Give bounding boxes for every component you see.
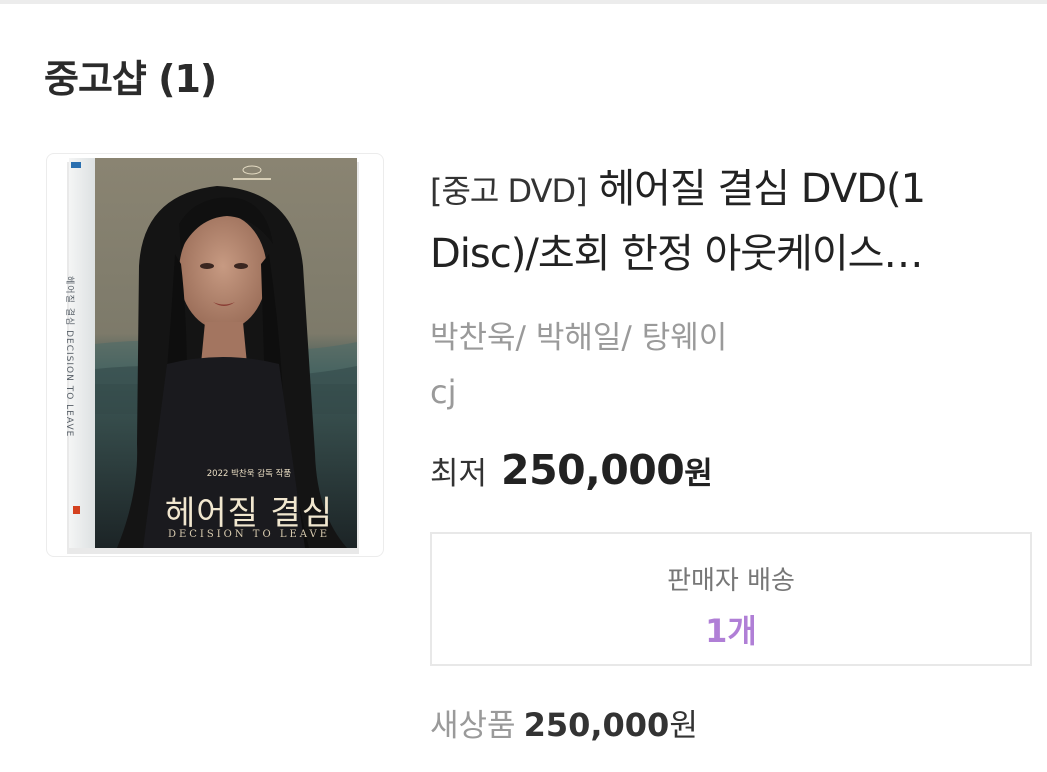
product-title-part-1: 헤어질 결심 DVD(1 bbox=[586, 166, 926, 212]
cover-title-korean: 헤어질 결심 bbox=[164, 493, 334, 532]
new-item-label: 새상품 bbox=[430, 708, 516, 744]
seller-delivery-count: 1개 bbox=[705, 612, 757, 650]
condition-tag: [중고 DVD] bbox=[430, 172, 588, 210]
section-title: 중고샵 (1) bbox=[44, 57, 217, 101]
seller-delivery-button[interactable]: 판매자 배송 1개 bbox=[430, 532, 1032, 666]
product-title-line-1: [중고 DVD] 헤어질 결심 DVD(1 bbox=[430, 158, 1030, 223]
product-authors: 박찬욱/ 박해일/ 탕웨이 bbox=[430, 320, 728, 356]
product-title-link[interactable]: [중고 DVD] 헤어질 결심 DVD(1 Disc)/초회 한정 아웃케이스… bbox=[430, 158, 1030, 286]
new-item-price-row[interactable]: 새상품 250,000원 bbox=[430, 700, 698, 745]
new-item-unit: 원 bbox=[669, 708, 698, 744]
lowest-price-row: 최저 250,000원 bbox=[430, 446, 713, 494]
product-cover-image[interactable]: 헤어질 결심 DECISION TO LEAVE 2022 박찬욱 감독 작품 … bbox=[46, 153, 384, 557]
used-shop-page: 중고샵 (1) 헤어질 결심 DECISION TO LEAVE 2022 박찬… bbox=[0, 0, 1047, 772]
lowest-price-label: 최저 bbox=[430, 456, 488, 492]
seller-delivery-label: 판매자 배송 bbox=[667, 566, 795, 596]
product-title-line-2: Disc)/초회 한정 아웃케이스… bbox=[430, 231, 923, 277]
lowest-price-unit: 원 bbox=[684, 456, 713, 492]
cover-title-english: DECISION TO LEAVE bbox=[167, 529, 331, 540]
cover-credit-text: 2022 박찬욱 감독 작품 bbox=[206, 469, 292, 479]
new-item-price: 250,000 bbox=[523, 706, 670, 744]
lowest-price-value: 250,000 bbox=[501, 446, 685, 494]
top-divider bbox=[0, 0, 1047, 4]
cover-spine-text: 헤어질 결심 DECISION TO LEAVE bbox=[64, 276, 74, 438]
product-publisher: cj bbox=[430, 373, 457, 411]
